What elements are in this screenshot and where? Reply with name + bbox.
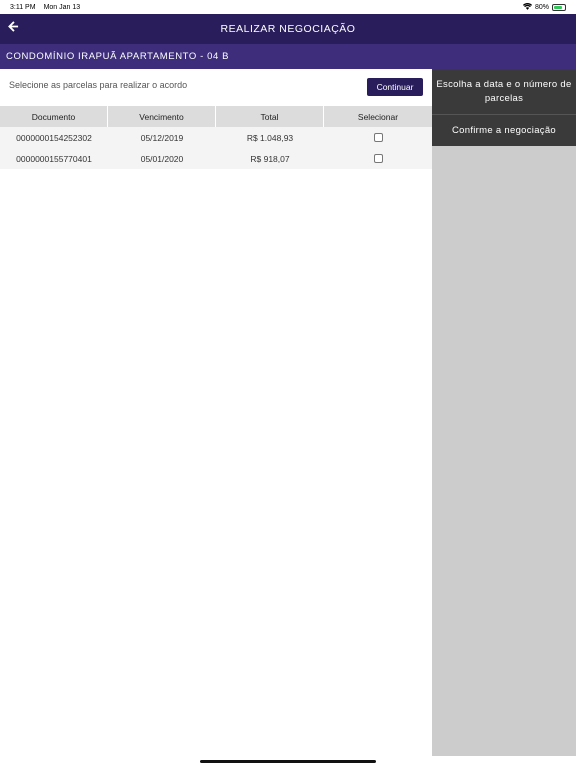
- status-left: 3:11 PM Mon Jan 13: [10, 4, 80, 11]
- wifi-icon: [522, 2, 532, 12]
- continue-button[interactable]: Continuar: [367, 78, 423, 96]
- arrow-left-icon[interactable]: [8, 21, 22, 35]
- status-bar: 3:11 PM Mon Jan 13 80%: [0, 0, 576, 14]
- unit-header: CONDOMÍNIO IRAPUÃ APARTAMENTO - 04 B: [0, 44, 576, 69]
- cell-select: [324, 127, 432, 148]
- unit-label: CONDOMÍNIO IRAPUÃ APARTAMENTO - 04 B: [6, 51, 230, 62]
- status-time: 3:11 PM: [10, 3, 36, 11]
- table-header: Documento Vencimento Total Selecionar: [0, 106, 432, 127]
- instruction-text: Selecione as parcelas para realizar o ac…: [9, 80, 188, 90]
- cell-total: R$ 918,07: [250, 153, 290, 164]
- battery-icon: [552, 3, 566, 11]
- step-choose-date[interactable]: Escolha a data e o número de parcelas: [432, 69, 576, 115]
- header-selecionar: Selecionar: [357, 111, 399, 122]
- cell-total: R$ 1.048,93: [246, 132, 294, 143]
- cell-vencimento: 05/12/2019: [140, 132, 184, 143]
- header-total: Total: [216, 106, 324, 127]
- installments-panel: Selecione as parcelas para realizar o ac…: [0, 69, 432, 759]
- table-row: 0000000154252302 05/12/2019 R$ 1.048,93: [0, 127, 432, 148]
- step-confirm[interactable]: Confirme a negociação: [432, 115, 576, 146]
- cell-select: [324, 148, 432, 169]
- home-indicator[interactable]: [200, 760, 376, 763]
- step-label: Escolha a data e o número de parcelas: [436, 78, 572, 104]
- table-row: 0000000155770401 05/01/2020 R$ 918,07: [0, 148, 432, 169]
- step-label: Confirme a negociação: [452, 124, 556, 136]
- status-right: 80%: [522, 2, 566, 12]
- cell-documento: 0000000154252302: [16, 132, 92, 143]
- select-checkbox[interactable]: [373, 154, 383, 163]
- cell-vencimento: 05/01/2020: [140, 153, 184, 164]
- installments-table: Documento Vencimento Total Selecionar 00…: [0, 106, 432, 169]
- header-documento: Documento: [0, 106, 108, 127]
- battery-percent: 80%: [534, 3, 549, 11]
- status-date: Mon Jan 13: [43, 3, 81, 11]
- page-title: REALIZAR NEGOCIAÇÃO: [220, 23, 356, 35]
- nav-bar: REALIZAR NEGOCIAÇÃO: [0, 14, 576, 44]
- battery-fill: [554, 5, 562, 9]
- select-checkbox[interactable]: [373, 133, 383, 142]
- cell-documento: 0000000155770401: [16, 153, 92, 164]
- steps-panel: Escolha a data e o número de parcelas Co…: [432, 69, 576, 756]
- header-vencimento: Vencimento: [108, 106, 216, 127]
